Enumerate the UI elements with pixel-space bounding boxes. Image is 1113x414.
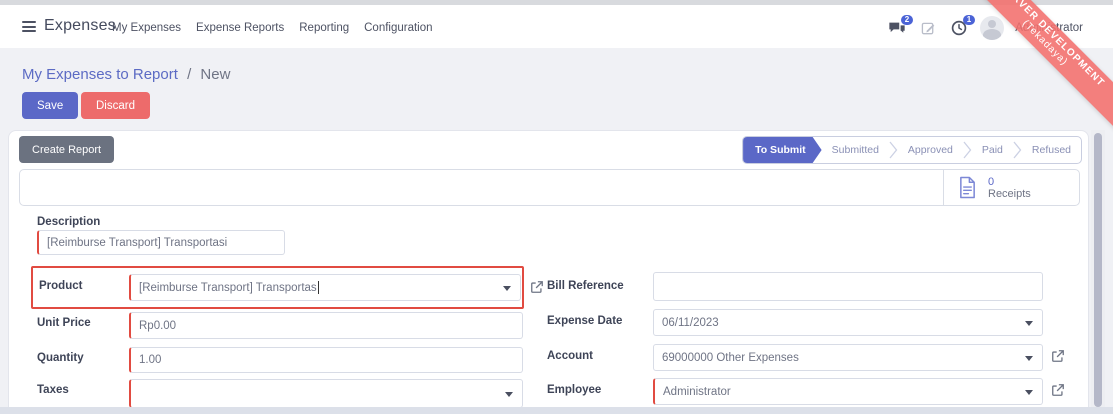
product-input[interactable]: [Reimburse Transport] Transportas xyxy=(129,274,521,301)
employee-input[interactable]: Administrator xyxy=(653,378,1043,405)
edit-compose-icon[interactable] xyxy=(918,18,938,38)
account-dropdown-caret-icon[interactable] xyxy=(1025,356,1033,361)
expenses-app-screen: Expenses My Expenses Expense Reports Rep… xyxy=(0,0,1113,414)
main-menu: My Expenses Expense Reports Reporting Co… xyxy=(112,22,433,34)
account-input[interactable]: 69000000 Other Expenses xyxy=(653,344,1043,371)
breadcrumb: My Expenses to Report / New xyxy=(22,66,230,83)
chevron-separator-icon xyxy=(1013,137,1022,163)
menu-item-configuration[interactable]: Configuration xyxy=(364,22,432,34)
menu-item-reporting[interactable]: Reporting xyxy=(299,22,349,34)
breadcrumb-separator: / xyxy=(187,66,191,83)
employee-external-link-icon[interactable] xyxy=(1051,383,1065,402)
status-pipeline: To Submit Submitted Approved Paid Refuse… xyxy=(742,136,1082,164)
create-report-button[interactable]: Create Report xyxy=(19,136,114,163)
window-bottom-edge xyxy=(0,407,1113,414)
taxes-dropdown-caret-icon[interactable] xyxy=(505,392,513,397)
scrollbar-thumb[interactable] xyxy=(1094,133,1102,407)
receipt-document-icon xyxy=(958,176,977,199)
quantity-input[interactable]: 1.00 xyxy=(129,347,523,373)
menu-item-expense-reports[interactable]: Expense Reports xyxy=(196,22,284,34)
top-navbar: Expenses My Expenses Expense Reports Rep… xyxy=(0,5,1113,48)
activities-clock-icon[interactable]: 1 xyxy=(949,18,969,38)
product-label: Product xyxy=(39,280,82,292)
text-cursor xyxy=(318,281,319,294)
expense-date-dropdown-caret-icon[interactable] xyxy=(1025,321,1033,326)
stage-to-submit[interactable]: To Submit xyxy=(743,137,822,163)
messages-badge: 2 xyxy=(901,15,913,25)
navbar-right-group: 2 1 Administrator xyxy=(887,16,1083,40)
user-avatar[interactable] xyxy=(980,16,1004,40)
employee-label: Employee xyxy=(547,384,601,396)
unit-price-input[interactable]: Rp0.00 xyxy=(129,312,523,339)
taxes-label: Taxes xyxy=(37,384,69,396)
menu-item-my-expenses[interactable]: My Expenses xyxy=(112,22,181,34)
product-dropdown-caret-icon[interactable] xyxy=(503,286,511,291)
stage-refused[interactable]: Refused xyxy=(1022,137,1081,163)
bill-reference-input[interactable] xyxy=(653,272,1043,301)
bill-reference-label: Bill Reference xyxy=(547,280,624,292)
form-sheet: Create Report To Submit Submitted Approv… xyxy=(8,130,1089,414)
save-button[interactable]: Save xyxy=(22,92,78,119)
unit-price-label: Unit Price xyxy=(37,317,91,329)
taxes-input[interactable] xyxy=(129,379,523,408)
vertical-scrollbar[interactable] xyxy=(1091,130,1105,414)
receipts-stat-button[interactable]: 0 Receipts xyxy=(943,170,1079,205)
expense-date-label: Expense Date xyxy=(547,315,622,327)
stage-approved[interactable]: Approved xyxy=(898,137,963,163)
account-external-link-icon[interactable] xyxy=(1051,349,1065,368)
employee-dropdown-caret-icon[interactable] xyxy=(1025,390,1033,395)
chevron-separator-icon xyxy=(889,137,898,163)
discard-button[interactable]: Discard xyxy=(81,92,150,119)
hamburger-menu-icon[interactable] xyxy=(22,21,36,32)
product-external-link-icon[interactable] xyxy=(530,280,544,299)
account-label: Account xyxy=(547,350,593,362)
description-label: Description xyxy=(37,216,100,228)
stage-submitted[interactable]: Submitted xyxy=(822,137,889,163)
app-brand[interactable]: Expenses xyxy=(44,17,116,35)
breadcrumb-current: New xyxy=(200,66,230,83)
user-name[interactable]: Administrator xyxy=(1015,22,1083,34)
expense-date-input[interactable]: 06/11/2023 xyxy=(653,309,1043,336)
receipts-label: Receipts xyxy=(988,188,1031,200)
description-input[interactable]: [Reimburse Transport] Transportasi xyxy=(37,230,285,255)
quantity-label: Quantity xyxy=(37,352,84,364)
breadcrumb-parent-link[interactable]: My Expenses to Report xyxy=(22,66,178,83)
chevron-separator-icon xyxy=(963,137,972,163)
messages-icon[interactable]: 2 xyxy=(887,18,907,38)
receipts-count: 0 xyxy=(988,176,1031,188)
stage-paid[interactable]: Paid xyxy=(972,137,1013,163)
stat-button-row: 0 Receipts xyxy=(19,169,1080,206)
activities-badge: 1 xyxy=(963,15,975,25)
